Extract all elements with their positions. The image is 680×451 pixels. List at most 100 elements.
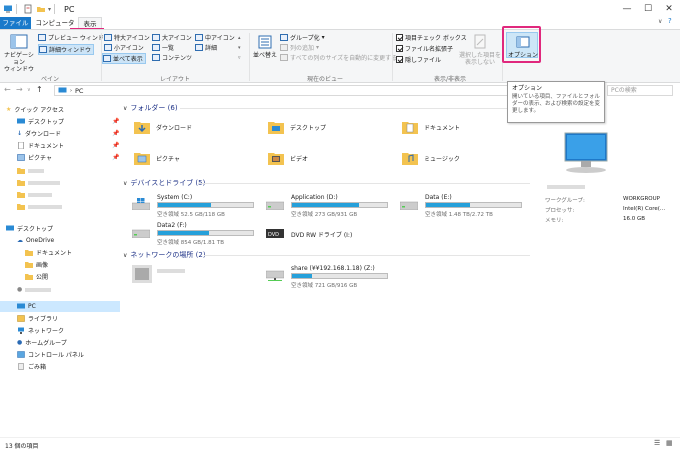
current-view-group-label: 現在のビュー bbox=[306, 76, 343, 83]
memory-value: 16.0 GB bbox=[623, 216, 646, 222]
up-icon[interactable]: ↑ bbox=[36, 85, 43, 94]
layout-label: コンテンツ bbox=[162, 55, 193, 62]
nav-item-recycle-bin[interactable]: ごみ箱 bbox=[17, 361, 46, 372]
address-bar[interactable]: › PC bbox=[54, 85, 516, 96]
details-view-icon[interactable]: ☰ bbox=[654, 439, 660, 447]
nav-item-documents[interactable]: ドキュメント bbox=[17, 140, 64, 151]
help-icon[interactable]: ? bbox=[668, 17, 672, 25]
tab-file[interactable]: ファイル bbox=[0, 17, 31, 29]
drive-c[interactable]: System (C:) 空き領域 52.5 GB/118 GB bbox=[132, 194, 262, 218]
windows-drive-icon bbox=[132, 198, 150, 210]
nav-item-blurred[interactable]: ● bbox=[17, 284, 52, 295]
drive-usage-bar bbox=[157, 202, 254, 208]
nav-item-control-panel[interactable]: コントロール パネル bbox=[17, 349, 84, 360]
ribbon-collapse-icon[interactable]: ∨ bbox=[658, 18, 662, 25]
hidden-files-toggle[interactable]: 隠しファイル bbox=[396, 55, 441, 64]
layout-details[interactable]: 詳細 bbox=[195, 43, 217, 52]
new-folder-icon[interactable] bbox=[36, 4, 46, 14]
section-devices[interactable]: ∨ デバイスとドライブ (5) bbox=[123, 178, 205, 188]
folder-pictures[interactable]: ピクチャ bbox=[134, 151, 180, 165]
close-button[interactable]: ✕ bbox=[659, 0, 679, 18]
nav-item-od-public[interactable]: 公開 bbox=[25, 271, 48, 282]
section-folders[interactable]: ∨ フォルダー (6) bbox=[123, 103, 178, 113]
folder-music[interactable]: ミュージック bbox=[402, 151, 460, 165]
desktop-folder-icon bbox=[268, 122, 284, 134]
network-drive-z[interactable]: share (¥¥192.168.1.18) (Z:) 空き領域 721 GB/… bbox=[266, 265, 396, 289]
computer-icon bbox=[564, 132, 608, 173]
section-network[interactable]: ∨ ネットワークの場所 (2) bbox=[123, 250, 206, 260]
extensions-toggle[interactable]: ファイル名拡張子 bbox=[396, 44, 453, 53]
search-input[interactable]: PCの検索 bbox=[607, 85, 673, 96]
layout-large-icons[interactable]: 大アイコン bbox=[152, 33, 192, 42]
nav-item-folder[interactable] bbox=[17, 165, 44, 176]
minimize-button[interactable]: — bbox=[617, 0, 637, 18]
layout-list[interactable]: 一覧 bbox=[152, 43, 174, 52]
layout-tiles[interactable]: 並べて表示 bbox=[102, 53, 146, 64]
properties-icon[interactable] bbox=[23, 4, 33, 14]
nav-item-folder[interactable] bbox=[17, 189, 52, 200]
layout-small-icons[interactable]: 小アイコン bbox=[104, 43, 144, 52]
preview-pane-icon bbox=[38, 34, 46, 41]
address-path: PC bbox=[75, 86, 84, 95]
nav-label: 公開 bbox=[36, 274, 49, 281]
blurred-text bbox=[28, 192, 52, 197]
network-location-blurred[interactable] bbox=[132, 265, 252, 289]
drive-usage-bar bbox=[291, 202, 388, 208]
nav-item-homegroup[interactable]: ● ホームグループ bbox=[17, 337, 67, 348]
hard-drive-icon bbox=[132, 229, 150, 238]
folder-documents[interactable]: ドキュメント bbox=[402, 120, 460, 134]
navigation-pane-button[interactable]: ナビゲーション ウィンドウ bbox=[3, 34, 35, 73]
folder-downloads[interactable]: ダウンロード bbox=[134, 120, 192, 134]
nav-item-folder[interactable] bbox=[17, 201, 62, 212]
nav-item-libraries[interactable]: ライブラリ bbox=[17, 313, 58, 324]
folder-videos[interactable]: ビデオ bbox=[268, 151, 308, 165]
nav-item-network[interactable]: ネットワーク bbox=[17, 325, 64, 336]
layout-scroll[interactable]: ▴ ▾ ▿ bbox=[238, 33, 244, 63]
content-icon bbox=[152, 54, 160, 61]
hide-selected-button[interactable]: 選択した項目を 表示しない bbox=[458, 34, 502, 66]
nav-item-pc[interactable]: PC bbox=[17, 301, 36, 312]
drive-d[interactable]: Application (D:) 空き領域 273 GB/931 GB bbox=[266, 194, 396, 218]
folder-icon bbox=[17, 180, 25, 186]
nav-item-folder[interactable] bbox=[17, 177, 60, 188]
quick-access-dropdown-icon[interactable]: ▾ bbox=[48, 6, 51, 13]
forward-icon[interactable]: → bbox=[16, 85, 23, 94]
add-columns-button[interactable]: 列の追加 ▾ bbox=[280, 43, 319, 52]
layout-content[interactable]: コンテンツ bbox=[152, 53, 192, 62]
nav-item-downloads[interactable]: ↓ ダウンロード bbox=[17, 128, 61, 139]
pin-icon[interactable]: 📌 bbox=[112, 154, 119, 161]
nav-item-od-pictures[interactable]: 画像 bbox=[25, 259, 48, 270]
pin-icon[interactable]: 📌 bbox=[112, 130, 119, 137]
drive-e[interactable]: Data (E:) 空き領域 1.48 TB/2.72 TB bbox=[400, 194, 530, 218]
nav-item-od-documents[interactable]: ドキュメント bbox=[25, 247, 72, 258]
nav-label: PC bbox=[28, 303, 36, 310]
group-by-button[interactable]: グループ化 ▾ bbox=[280, 33, 325, 42]
layout-medium-icons[interactable]: 中アイコン bbox=[195, 33, 235, 42]
maximize-button[interactable]: ☐ bbox=[638, 0, 658, 18]
preview-pane-button[interactable]: プレビュー ウィンドウ bbox=[38, 33, 110, 42]
back-icon[interactable]: ← bbox=[4, 85, 11, 94]
folder-icon bbox=[25, 250, 33, 256]
nav-item-pictures[interactable]: ピクチャ bbox=[17, 152, 52, 163]
details-pane-button[interactable]: 詳細ウィンドウ bbox=[38, 44, 95, 55]
desktop-icon bbox=[6, 225, 14, 231]
fit-columns-button[interactable]: すべての列のサイズを自動的に変更する bbox=[280, 53, 397, 62]
item-count: 13 個の項目 bbox=[5, 443, 39, 450]
sort-button[interactable]: 並べ替え bbox=[253, 34, 277, 59]
recent-locations-icon[interactable]: ∨ bbox=[27, 87, 31, 93]
nav-item-onedrive[interactable]: ☁ OneDrive bbox=[17, 235, 54, 246]
item-checkbox-toggle[interactable]: 項目チェック ボックス bbox=[396, 33, 467, 42]
pin-icon[interactable]: 📌 bbox=[112, 142, 119, 149]
pin-icon[interactable]: 📌 bbox=[112, 118, 119, 125]
nav-item-desktop[interactable]: デスクトップ bbox=[17, 116, 64, 127]
layout-extra-large-icons[interactable]: 特大アイコン bbox=[104, 33, 150, 42]
drive-dvd[interactable]: DVD DVD RW ドライブ (I:) bbox=[266, 222, 396, 246]
documents-folder-icon bbox=[402, 122, 418, 134]
folder-desktop[interactable]: デスクトップ bbox=[268, 120, 326, 134]
nav-item-onedrive-desktop[interactable]: デスクトップ bbox=[6, 223, 53, 234]
title-separator bbox=[16, 4, 17, 14]
nav-item-quick-access[interactable]: ★ クイック アクセス bbox=[6, 104, 64, 115]
large-icons-view-icon[interactable]: ▦ bbox=[666, 439, 673, 447]
drive-name: DVD RW ドライブ (I:) bbox=[291, 232, 353, 239]
drive-f[interactable]: Data2 (F:) 空き領域 854 GB/1.81 TB bbox=[132, 222, 262, 246]
